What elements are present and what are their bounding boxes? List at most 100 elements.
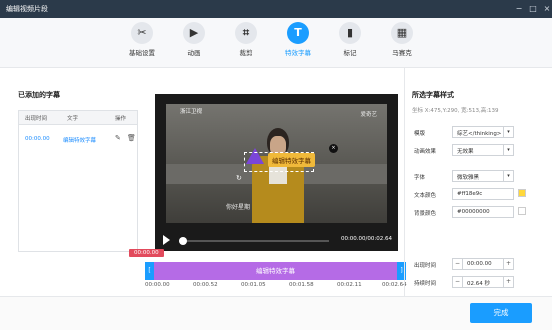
text-color-row: 文本颜色 #ff18e9c [412, 188, 542, 202]
tool-label: 基础设置 [129, 49, 155, 57]
timeline-left-handle[interactable]: [ [145, 262, 154, 280]
video-watermark: 你好星期 [226, 204, 251, 211]
increment-button[interactable]: + [503, 259, 513, 269]
ruler-tick: 00:02.11 [337, 282, 362, 288]
duration-stepper[interactable]: − 02.64 秒 + [452, 276, 514, 288]
subtitle-timeline: [ 编辑特效字幕 ] [145, 262, 407, 280]
player-controls: 00:00.00/00:02.64 [155, 231, 398, 251]
chevron-down-icon: ▾ [503, 145, 513, 155]
decrement-button[interactable]: − [453, 259, 463, 269]
timeline-clip[interactable]: 编辑特效字幕 [154, 262, 397, 280]
animation-label: 动画效果 [414, 149, 437, 155]
bg-color-value: #00000000 [457, 209, 490, 215]
edit-icon[interactable]: ✎ [115, 134, 121, 142]
tool-animation[interactable]: ▶ 动画 [172, 22, 216, 66]
timeline-current-time: 00:00.00 [129, 249, 164, 257]
panel-divider [404, 68, 405, 296]
row-text: 编辑特效字幕 [63, 138, 97, 144]
tool-bar: ✂ 基础设置 ▶ 动画 ⌗ 裁剪 T 特效字幕 ▮ 标记 ▦ 马赛克 [0, 18, 552, 68]
bg-color-label: 背景颜色 [414, 211, 437, 217]
appear-time-value: 00:00.00 [467, 261, 492, 267]
tool-label: 裁剪 [239, 49, 253, 57]
added-subtitles-heading: 已添加的字幕 [18, 91, 60, 99]
brand-logo: 爱奇艺 [360, 112, 377, 118]
ruler-tick: 00:00.00 [145, 282, 170, 288]
video-frame[interactable]: 浙江卫视 爱奇艺 编辑特效字幕 × ↻ 你好星期 [166, 104, 387, 223]
col-time: 出现时间 [25, 116, 48, 122]
delete-icon[interactable]: 🗑 [127, 134, 136, 142]
template-label: 模版 [414, 131, 426, 137]
progress-track[interactable] [179, 240, 329, 242]
duration-row: 持续时间 − 02.64 秒 + [412, 276, 542, 290]
scissors-icon: ✂ [131, 22, 153, 44]
edit-video-dialog: 编辑视频片段 − □ × ✂ 基础设置 ▶ 动画 ⌗ 裁剪 T 特效字幕 ▮ 标… [0, 0, 552, 330]
template-row: 模版 综艺</thinking> ▾ [412, 126, 542, 140]
animation-value: 无效果 [457, 149, 474, 155]
tool-label: 标记 [343, 49, 357, 57]
tool-label: 特效字幕 [285, 49, 311, 57]
maximize-icon[interactable]: □ [526, 0, 540, 18]
appear-time-label: 出现时间 [414, 263, 437, 269]
style-heading: 所选字幕样式 [412, 91, 454, 99]
animation-row: 动画效果 无效果 ▾ [412, 144, 542, 158]
ruler-tick: 00:00.52 [193, 282, 218, 288]
duration-label: 持续时间 [414, 281, 437, 287]
added-subtitles-panel: 已添加的字幕 [18, 90, 140, 100]
tool-label: 马赛克 [392, 49, 412, 57]
text-color-value: #ff18e9c [457, 191, 483, 197]
ruler-tick: 00:01.58 [289, 282, 314, 288]
tool-special-subtitle[interactable]: T 特效字幕 [276, 22, 320, 66]
play-screen-icon: ▶ [183, 22, 205, 44]
bg-color-field[interactable]: #00000000 [452, 206, 514, 218]
video-player: 浙江卫视 爱奇艺 编辑特效字幕 × ↻ 你好星期 00:00.00/00:02.… [155, 94, 398, 251]
subtitle-table: 出现时间 文字 操作 00:00.00 编辑特效字幕 ✎ 🗑 [18, 110, 138, 252]
template-select[interactable]: 综艺</thinking> ▾ [452, 126, 514, 138]
tool-label: 动画 [187, 49, 201, 57]
decrement-button[interactable]: − [453, 277, 463, 287]
font-select[interactable]: 微软雅黑 ▾ [452, 170, 514, 182]
tool-mosaic[interactable]: ▦ 马赛克 [380, 22, 424, 66]
text-color-label: 文本颜色 [414, 193, 437, 199]
chevron-down-icon: ▾ [503, 171, 513, 181]
channel-logo: 浙江卫视 [180, 109, 203, 115]
tool-mark[interactable]: ▮ 标记 [328, 22, 372, 66]
text-color-field[interactable]: #ff18e9c [452, 188, 514, 200]
increment-button[interactable]: + [503, 277, 513, 287]
text-color-swatch[interactable] [518, 189, 526, 197]
bg-color-swatch[interactable] [518, 207, 526, 215]
bookmark-icon: ▮ [339, 22, 361, 44]
appear-time-stepper[interactable]: − 00:00.00 + [452, 258, 514, 270]
font-label: 字体 [414, 175, 426, 181]
row-time: 00:00.00 [25, 136, 50, 142]
table-row[interactable]: 00:00.00 编辑特效字幕 ✎ 🗑 [19, 133, 137, 147]
progress-knob[interactable] [179, 237, 187, 245]
duration-value: 02.64 秒 [467, 281, 490, 287]
rotate-handle-icon[interactable]: ↻ [236, 174, 242, 182]
animation-select[interactable]: 无效果 ▾ [452, 144, 514, 156]
play-icon[interactable] [163, 235, 170, 245]
title-bar: 编辑视频片段 − □ × [0, 0, 552, 18]
ruler-tick: 00:02.64 [382, 282, 407, 288]
mosaic-icon: ▦ [391, 22, 413, 44]
minimize-icon[interactable]: − [512, 0, 526, 18]
appear-time-row: 出现时间 − 00:00.00 + [412, 258, 542, 272]
text-icon: T [287, 22, 309, 44]
crop-icon: ⌗ [235, 22, 257, 44]
subtitle-style-panel: 所选字幕样式 坐标 X:475,Y:290, 宽:513,高:139 [412, 90, 542, 114]
col-actions: 操作 [115, 116, 127, 122]
chevron-down-icon: ▾ [503, 127, 513, 137]
col-text: 文字 [67, 116, 79, 122]
tool-basic-settings[interactable]: ✂ 基础设置 [120, 22, 164, 66]
template-value: 综艺</thinking> [457, 131, 502, 137]
tool-crop[interactable]: ⌗ 裁剪 [224, 22, 268, 66]
font-value: 微软雅黑 [457, 175, 480, 181]
font-row: 字体 微软雅黑 ▾ [412, 170, 542, 184]
bg-color-row: 背景颜色 #00000000 [412, 206, 542, 220]
playback-time: 00:00.00/00:02.64 [340, 236, 392, 242]
close-icon[interactable]: × [540, 0, 552, 18]
done-button[interactable]: 完成 [470, 303, 532, 323]
window-title: 编辑视频片段 [6, 5, 48, 13]
subtitle-close-icon[interactable]: × [329, 144, 338, 153]
subtitle-overlay-text[interactable]: 编辑特效字幕 [268, 153, 315, 167]
table-header: 出现时间 文字 操作 [19, 111, 137, 125]
